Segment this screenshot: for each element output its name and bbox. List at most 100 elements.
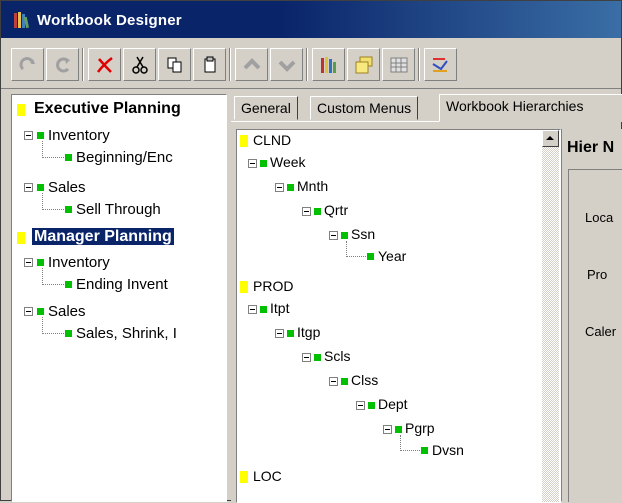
tree-connector <box>400 450 420 452</box>
scroll-up-button[interactable] <box>542 130 559 147</box>
expand-collapse-icon[interactable] <box>248 159 257 168</box>
toolbar <box>1 38 621 89</box>
redo-button[interactable] <box>11 48 44 81</box>
hierarchy-level[interactable]: Scls <box>324 348 350 364</box>
cut-button[interactable] <box>123 48 156 81</box>
copy-button[interactable] <box>158 48 191 81</box>
node-icon <box>37 259 44 266</box>
window-title: Workbook Designer <box>37 12 182 29</box>
tree-item[interactable]: Sales, Shrink, I <box>76 325 177 342</box>
expand-collapse-icon[interactable] <box>302 207 311 216</box>
tree-item[interactable]: Inventory <box>48 254 110 271</box>
hierarchy-level[interactable]: Itgp <box>297 324 320 340</box>
node-icon <box>395 426 402 433</box>
tree-item[interactable]: Sales <box>48 303 86 320</box>
tree-item[interactable]: Ending Invent <box>76 276 168 293</box>
expand-collapse-icon[interactable] <box>275 183 284 192</box>
hierarchy-level[interactable]: Clss <box>351 372 378 388</box>
chart-tools-button[interactable] <box>424 48 457 81</box>
node-icon <box>65 154 72 161</box>
tree-item[interactable]: Inventory <box>48 127 110 144</box>
expand-collapse-icon[interactable] <box>24 131 33 140</box>
toolbar-separator <box>306 48 308 81</box>
vertical-scrollbar[interactable] <box>542 130 559 502</box>
node-icon <box>65 206 72 213</box>
root-node-icon <box>17 104 25 116</box>
hierarchy-level[interactable]: Pgrp <box>405 420 435 436</box>
hierarchy-root[interactable]: LOC <box>253 468 282 484</box>
hierarchy-level[interactable]: Itpt <box>270 300 289 316</box>
expand-collapse-icon[interactable] <box>356 401 365 410</box>
app-books-icon <box>14 12 29 29</box>
tab-general[interactable]: General <box>234 96 298 120</box>
expand-collapse-icon[interactable] <box>24 307 33 316</box>
chevron-down-icon <box>278 60 296 72</box>
refresh-button[interactable] <box>46 48 79 81</box>
tree-item[interactable]: Executive Planning <box>34 100 181 118</box>
refresh-icon <box>56 57 70 73</box>
node-icon <box>260 160 267 167</box>
hierarchy-level[interactable]: Mnth <box>297 178 328 194</box>
node-icon <box>421 447 428 454</box>
title-bar[interactable]: Workbook Designer <box>1 1 621 38</box>
detail-title: Hier N <box>567 139 615 156</box>
tree-connector <box>42 284 64 286</box>
root-node-icon <box>240 281 248 293</box>
hierarchy-root[interactable]: CLND <box>253 132 291 148</box>
move-down-button[interactable] <box>270 48 303 81</box>
tree-connector <box>42 157 64 159</box>
hierarchy-level[interactable]: Dvsn <box>432 442 464 458</box>
node-icon <box>37 132 44 139</box>
expand-collapse-icon[interactable] <box>302 353 311 362</box>
tree-connector <box>42 268 44 283</box>
workbook-library-button[interactable] <box>312 48 345 81</box>
root-node-icon <box>240 471 248 483</box>
hierarchy-root[interactable]: PROD <box>253 278 293 294</box>
hierarchy-tree-content: CLND Week Mnth Qrtr Ssn Year PROD Itpt I… <box>237 130 542 502</box>
properties-area: General Custom Menus Workbook Hierarchie… <box>231 94 622 503</box>
detail-label-calendar: Caler <box>585 324 617 339</box>
node-icon <box>65 281 72 288</box>
workbook-tree[interactable]: Executive Planning Inventory Beginning/E… <box>11 94 227 502</box>
tree-item-selected[interactable]: Manager Planning <box>32 228 174 246</box>
delete-button[interactable] <box>88 48 121 81</box>
tree-item[interactable]: Sales <box>48 179 86 196</box>
move-up-button[interactable] <box>235 48 268 81</box>
folders-icon <box>355 56 373 74</box>
hierarchy-tree[interactable]: CLND Week Mnth Qrtr Ssn Year PROD Itpt I… <box>236 129 561 503</box>
hierarchy-level[interactable]: Ssn <box>351 226 375 242</box>
tree-connector <box>400 435 402 449</box>
hierarchy-level[interactable]: Qrtr <box>324 202 348 218</box>
expand-collapse-icon[interactable] <box>24 258 33 267</box>
tree-connector <box>42 209 64 211</box>
node-icon <box>314 208 321 215</box>
tree-item[interactable]: Beginning/Enc <box>76 149 173 166</box>
scissors-icon <box>132 56 148 74</box>
expand-collapse-icon[interactable] <box>275 329 284 338</box>
hierarchy-level[interactable]: Dept <box>378 396 408 412</box>
paste-button[interactable] <box>193 48 226 81</box>
grid-icon <box>390 57 408 73</box>
expand-collapse-icon[interactable] <box>329 377 338 386</box>
toolbar-separator <box>229 48 231 81</box>
paste-icon <box>204 56 216 73</box>
node-icon <box>65 330 72 337</box>
redo-icon <box>19 57 35 71</box>
tree-connector <box>42 333 64 335</box>
grid-button[interactable] <box>382 48 415 81</box>
tree-connector <box>42 141 44 156</box>
node-icon <box>287 330 294 337</box>
node-icon <box>260 306 267 313</box>
expand-collapse-icon[interactable] <box>248 305 257 314</box>
folders-button[interactable] <box>347 48 380 81</box>
tab-custom-menus[interactable]: Custom Menus <box>310 96 419 120</box>
expand-collapse-icon[interactable] <box>24 183 33 192</box>
toolbar-separator <box>82 48 84 81</box>
expand-collapse-icon[interactable] <box>383 425 392 434</box>
expand-collapse-icon[interactable] <box>329 231 338 240</box>
root-node-icon <box>240 135 248 147</box>
hierarchy-level[interactable]: Week <box>270 154 306 170</box>
tab-workbook-hierarchies[interactable]: Workbook Hierarchies <box>439 94 622 122</box>
hierarchy-level[interactable]: Year <box>378 248 406 264</box>
tree-item[interactable]: Sell Through <box>76 201 161 218</box>
